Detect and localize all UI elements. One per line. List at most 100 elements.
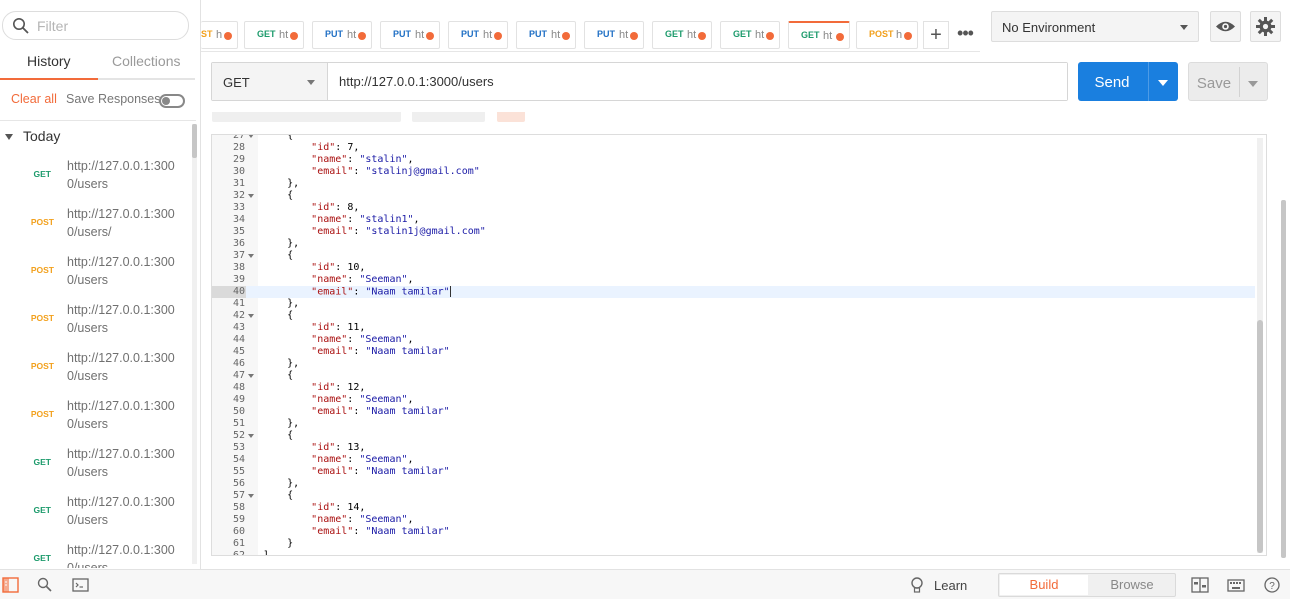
code-line: 32 {: [212, 190, 1255, 202]
history-item-method: GET: [33, 169, 51, 179]
group-label: Today: [23, 128, 61, 144]
history-item-method: GET: [33, 553, 51, 563]
line-number: 43: [232, 322, 245, 333]
save-responses-toggle[interactable]: [159, 94, 185, 108]
line-number: 39: [232, 274, 245, 285]
response-format-tab-fragment: [212, 112, 401, 122]
filter-input[interactable]: [37, 17, 177, 35]
code-line: 37 {: [212, 250, 1255, 262]
history-item[interactable]: GET http://127.0.0.1:3000/users: [0, 488, 190, 536]
code-line: 29 "name": "stalin",: [212, 154, 1255, 166]
environment-quick-look-button[interactable]: [1210, 11, 1241, 42]
code-line: 61 }: [212, 538, 1255, 550]
request-tab[interactable]: GET ht: [788, 21, 850, 49]
unsaved-changes-dot: [904, 32, 912, 40]
fold-toggle-icon[interactable]: [248, 254, 254, 258]
fold-toggle-icon[interactable]: [248, 135, 254, 138]
sidebar-tabs: History Collections: [0, 50, 195, 80]
code-text: "name": "Seeman",: [311, 454, 414, 465]
tab-collections[interactable]: Collections: [97, 50, 195, 80]
fold-toggle-icon[interactable]: [248, 194, 254, 198]
request-tab-method: PUT: [461, 29, 479, 39]
filter-box[interactable]: [2, 11, 189, 40]
request-tab[interactable]: POST h: [856, 21, 918, 49]
fold-toggle-icon[interactable]: [248, 374, 254, 378]
save-options-caret-icon[interactable]: [1248, 81, 1258, 87]
request-tab[interactable]: GET ht: [652, 21, 712, 49]
main-scrollbar-thumb[interactable]: [1281, 200, 1286, 558]
code-line: 54 "name": "Seeman",: [212, 454, 1255, 466]
keyboard-shortcuts-icon[interactable]: [1227, 576, 1245, 594]
code-text: {: [287, 310, 294, 321]
code-line: 62]: [212, 550, 1255, 555]
editor-scrollbar-thumb[interactable]: [1257, 320, 1263, 553]
tab-history[interactable]: History: [0, 50, 98, 80]
code-line: 48 "id": 12,: [212, 382, 1255, 394]
fold-toggle-icon[interactable]: [248, 434, 254, 438]
url-input[interactable]: [329, 63, 1067, 100]
request-tab[interactable]: PUT ht: [448, 21, 508, 49]
help-icon[interactable]: ?: [1263, 576, 1281, 594]
code-text: },: [287, 298, 300, 309]
code-line: 34 "name": "stalin1",: [212, 214, 1255, 226]
send-button[interactable]: Send: [1078, 62, 1178, 101]
response-body-editor[interactable]: 27 {28 "id": 7, 29 "name": "stalin", 30 "e…: [211, 134, 1267, 556]
history-item[interactable]: POST http://127.0.0.1:3000/users: [0, 344, 190, 392]
more-tabs-icon[interactable]: •••: [953, 24, 977, 46]
new-tab-button[interactable]: +: [923, 21, 949, 49]
history-item[interactable]: POST http://127.0.0.1:3000/users: [0, 296, 190, 344]
history-item[interactable]: GET http://127.0.0.1:3000/users: [0, 440, 190, 488]
browse-mode-button[interactable]: Browse: [1089, 575, 1175, 595]
request-tab[interactable]: GET ht: [244, 21, 304, 49]
find-replace-icon[interactable]: [36, 576, 54, 594]
toggle-sidebar-icon[interactable]: [2, 576, 20, 594]
scrollbar-thumb[interactable]: [192, 124, 197, 158]
save-button[interactable]: Save: [1188, 62, 1268, 101]
request-tab[interactable]: PUT ht: [516, 21, 576, 49]
history-item[interactable]: GET http://127.0.0.1:3000/users: [0, 152, 190, 200]
response-type-select-fragment: [412, 112, 485, 122]
two-pane-view-icon[interactable]: [1191, 576, 1209, 594]
unsaved-changes-dot: [562, 32, 570, 40]
code-line: 35 "email": "stalin1j@gmail.com": [212, 226, 1255, 238]
fold-toggle-icon[interactable]: [248, 494, 254, 498]
clear-all-button[interactable]: Clear all: [11, 92, 57, 106]
code-line: 57 {: [212, 490, 1255, 502]
history-item[interactable]: GET http://127.0.0.1:3000/users: [0, 536, 190, 568]
line-number: 49: [232, 394, 245, 405]
request-tab-method: PUT: [597, 29, 615, 39]
history-group-today[interactable]: Today: [5, 128, 60, 144]
build-mode-button[interactable]: Build: [1000, 575, 1088, 595]
code-text: "id": 12,: [311, 382, 366, 393]
send-options-caret-icon[interactable]: [1158, 80, 1168, 86]
send-label: Send: [1094, 74, 1130, 91]
request-tab-name: ht: [279, 29, 289, 41]
sidebar-scrollbar[interactable]: [192, 124, 197, 564]
request-tab[interactable]: PUT ht: [312, 21, 372, 49]
request-tab[interactable]: GET ht: [720, 21, 780, 49]
history-item[interactable]: POST http://127.0.0.1:3000/users/: [0, 200, 190, 248]
request-tab[interactable]: PUT ht: [380, 21, 440, 49]
history-item-method: POST: [30, 361, 54, 371]
code-text: {: [287, 490, 294, 501]
code-text: "name": "stalin1",: [311, 214, 420, 225]
request-tab-method: POST: [869, 29, 894, 39]
history-item-url: http://127.0.0.1:3000/users: [67, 303, 175, 335]
line-number: 44: [232, 334, 245, 345]
history-item[interactable]: POST http://127.0.0.1:3000/users: [0, 392, 190, 440]
history-item-url: http://127.0.0.1:3000/users: [67, 399, 175, 431]
fold-toggle-icon[interactable]: [248, 314, 254, 318]
request-tab[interactable]: PUT ht: [584, 21, 644, 49]
editor-scrollbar[interactable]: [1257, 138, 1263, 553]
learn-link[interactable]: Learn: [934, 578, 967, 593]
line-number: 51: [232, 418, 245, 429]
console-icon[interactable]: [72, 576, 90, 594]
history-item[interactable]: POST http://127.0.0.1:3000/users: [0, 248, 190, 296]
environment-select[interactable]: No Environment: [991, 11, 1199, 42]
request-tabs: + ••• ST h GET ht PUT ht PUT ht PUT ht PUT ht PUT ht G…: [201, 0, 980, 52]
method-select[interactable]: GET: [212, 63, 328, 100]
status-bar: Learn Build Browse ?: [0, 569, 1290, 599]
request-tab[interactable]: ST h: [201, 21, 238, 49]
manage-environments-button[interactable]: [1250, 11, 1281, 42]
code-line: 43 "id": 11,: [212, 322, 1255, 334]
